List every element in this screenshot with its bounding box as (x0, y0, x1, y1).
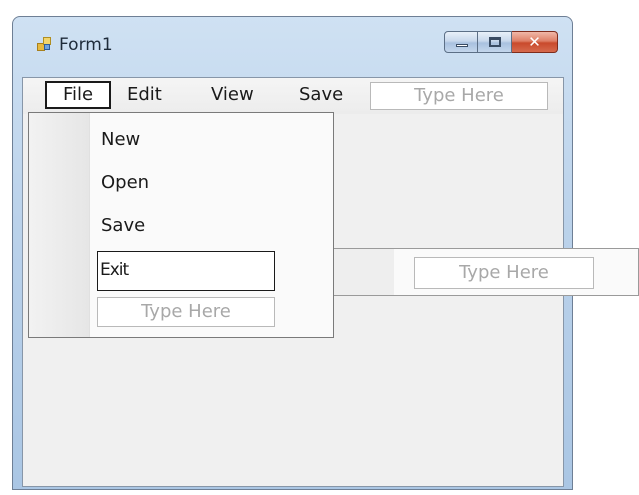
file-menu-type-here-input[interactable]: Type Here (97, 297, 275, 327)
menu-file[interactable]: File (45, 81, 111, 109)
minimize-icon (456, 44, 468, 47)
caption-buttons: ✕ (444, 31, 558, 55)
exit-submenu: Type Here (334, 248, 639, 296)
submenu-type-here-input[interactable]: Type Here (414, 257, 594, 289)
close-button[interactable]: ✕ (512, 31, 558, 53)
window-title: Form1 (59, 35, 113, 55)
menu-image-margin (29, 113, 90, 337)
form-icon (37, 37, 51, 51)
close-icon: ✕ (528, 33, 541, 51)
menu-item-new[interactable]: New (101, 125, 140, 155)
maximize-button[interactable] (478, 31, 512, 53)
menu-edit[interactable]: Edit (127, 81, 162, 109)
menubar-type-here-input[interactable]: Type Here (370, 82, 548, 110)
file-dropdown-menu: New Open Save Exit Type Here (28, 112, 334, 338)
minimize-button[interactable] (444, 31, 478, 53)
menu-save[interactable]: Save (299, 81, 343, 109)
menu-item-exit[interactable]: Exit (97, 251, 275, 291)
submenu-image-margin (334, 249, 394, 295)
menu-view[interactable]: View (211, 81, 254, 109)
menu-strip: File Edit View Save Type Here (23, 78, 563, 114)
menu-item-save[interactable]: Save (101, 211, 145, 241)
title-bar[interactable]: Form1 ✕ (13, 17, 572, 61)
menu-item-open[interactable]: Open (101, 168, 149, 198)
maximize-icon (489, 37, 501, 47)
